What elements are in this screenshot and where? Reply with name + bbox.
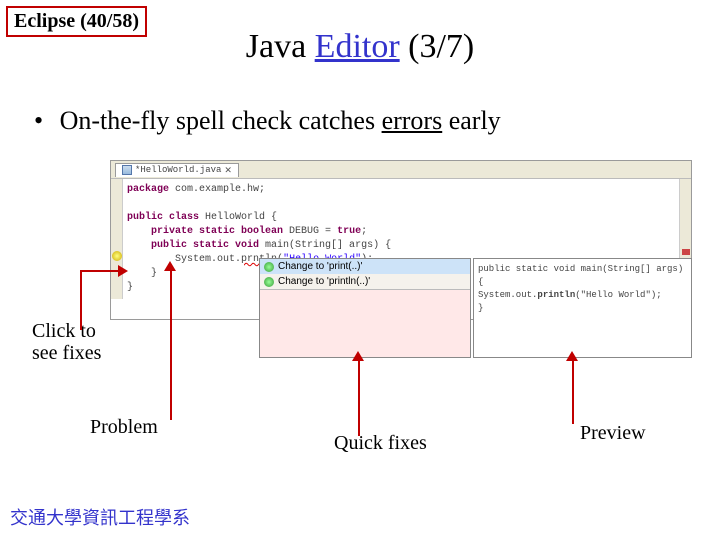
kw: public static void bbox=[151, 240, 259, 251]
callout-problem: Problem bbox=[90, 416, 158, 439]
quickfix-list: Change to 'print(..)' Change to 'println… bbox=[260, 259, 470, 290]
title-prefix: Java bbox=[246, 28, 315, 65]
editor-gutter[interactable] bbox=[111, 179, 123, 299]
title-link: Editor bbox=[315, 28, 400, 65]
code-line: public class HelloWorld { bbox=[127, 211, 685, 225]
txt: System.out. bbox=[175, 254, 241, 265]
arrow-head-icon bbox=[352, 351, 364, 361]
txt: main(String[] args) { bbox=[259, 240, 391, 251]
callout-preview: Preview bbox=[580, 422, 646, 445]
txt: System.out. bbox=[478, 290, 537, 300]
txt: DEBUG = bbox=[283, 226, 337, 237]
quickfix-label: Change to 'println(..)' bbox=[278, 276, 370, 287]
bold: println bbox=[537, 290, 575, 300]
quickfix-popup: Change to 'print(..)' Change to 'println… bbox=[259, 258, 471, 358]
change-icon bbox=[264, 262, 274, 272]
txt: ("Hello World"); bbox=[575, 290, 661, 300]
bullet-text-post: early bbox=[442, 106, 500, 135]
arrow-head-icon bbox=[118, 265, 128, 277]
txt: HelloWorld { bbox=[199, 212, 277, 223]
kw: true bbox=[337, 226, 361, 237]
arrow-line bbox=[170, 270, 172, 420]
arrow-line bbox=[80, 270, 82, 330]
quickfix-item[interactable]: Change to 'println(..)' bbox=[260, 274, 470, 289]
editor-tab[interactable]: *HelloWorld.java ✕ bbox=[115, 163, 239, 177]
page-title: Java Editor (3/7) bbox=[0, 28, 720, 66]
title-suffix: (3/7) bbox=[400, 28, 475, 65]
footer: 交通大學資訊工程學系 bbox=[10, 504, 190, 530]
editor-tabbar: *HelloWorld.java ✕ bbox=[111, 161, 691, 179]
bullet-dot: • bbox=[34, 106, 43, 136]
quickfix-item[interactable]: Change to 'print(..)' bbox=[260, 259, 470, 274]
bullet-text-pre: On-the-fly spell check catches bbox=[60, 106, 382, 135]
preview-popup: public static void main(String[] args) {… bbox=[473, 258, 692, 358]
java-file-icon bbox=[122, 165, 132, 175]
arrow-line bbox=[82, 270, 120, 272]
editor-tab-label: *HelloWorld.java bbox=[135, 165, 221, 175]
kw: private static boolean bbox=[151, 226, 283, 237]
txt: com.example.hw; bbox=[169, 184, 265, 195]
preview-line: } bbox=[478, 302, 687, 315]
kw: package bbox=[127, 184, 169, 195]
close-icon[interactable]: ✕ bbox=[224, 165, 232, 176]
txt: ; bbox=[361, 226, 367, 237]
change-icon bbox=[264, 277, 274, 287]
code-line: public static void main(String[] args) { bbox=[127, 239, 685, 253]
callout-quick: Quick fixes bbox=[334, 432, 427, 454]
kw: public class bbox=[127, 212, 199, 223]
bullet-text-err: errors bbox=[382, 106, 443, 135]
quickfix-label: Change to 'print(..)' bbox=[278, 261, 362, 272]
arrow-line bbox=[358, 360, 360, 436]
txt: } bbox=[151, 268, 157, 279]
bullet-row: • On-the-fly spell check catches errors … bbox=[34, 106, 501, 136]
arrow-head-icon bbox=[566, 351, 578, 361]
code-line: private static boolean DEBUG = true; bbox=[127, 225, 685, 239]
code-line: package com.example.hw; bbox=[127, 183, 685, 197]
error-marker-icon[interactable] bbox=[682, 249, 690, 255]
code-line bbox=[127, 197, 685, 211]
preview-line: System.out.println("Hello World"); bbox=[478, 289, 687, 302]
callout-click: Click to see fixes bbox=[32, 320, 102, 364]
arrow-line bbox=[572, 360, 574, 424]
lightbulb-icon[interactable] bbox=[112, 251, 122, 261]
preview-line: public static void main(String[] args) { bbox=[478, 263, 687, 289]
txt: } bbox=[127, 282, 133, 293]
arrow-head-icon bbox=[164, 261, 176, 271]
